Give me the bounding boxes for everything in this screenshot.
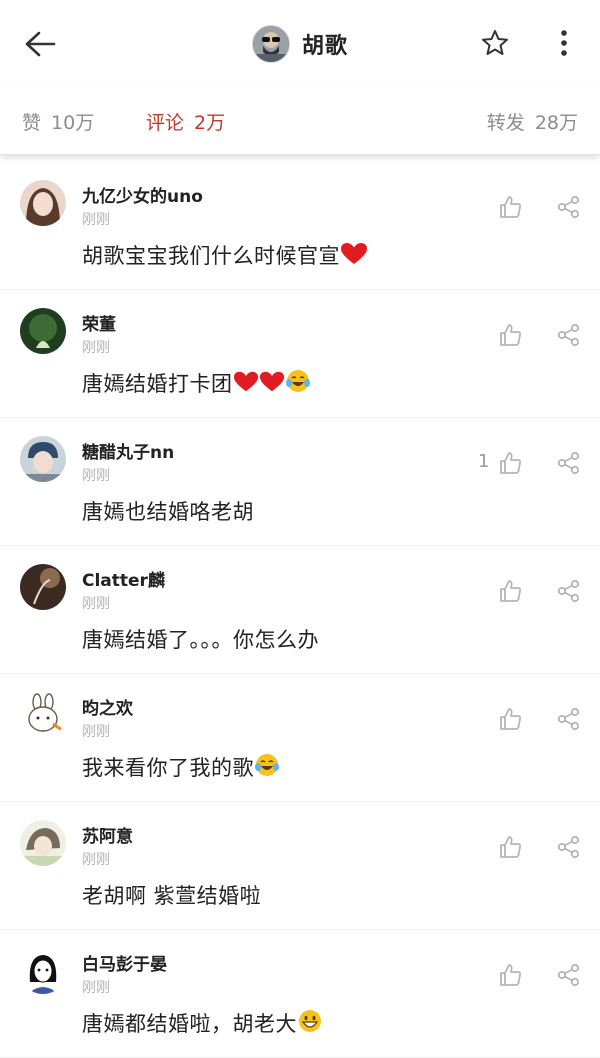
avatar[interactable]	[20, 180, 66, 226]
comment-time: 刚刚	[82, 852, 110, 868]
comment-text-content: 唐嫣也结婚咯老胡	[82, 500, 254, 524]
comment-time: 刚刚	[82, 980, 110, 996]
like-count: 1	[478, 451, 490, 472]
avatar[interactable]	[20, 308, 66, 354]
share-icon	[557, 323, 580, 347]
comment-text-content: 唐嫣结婚了。。。你怎么办	[82, 628, 319, 652]
commenter-name[interactable]: 白马彭于晏	[82, 950, 167, 975]
thumbs-up-icon	[500, 836, 521, 858]
comment-item: 九亿少女的uno 刚刚 胡歌宝宝我们什么时候官宣	[0, 162, 600, 290]
tab-reposts[interactable]: 转发 28万	[487, 108, 578, 135]
comment-text: 唐嫣也结婚咯老胡	[82, 496, 254, 526]
comment-text: 胡歌宝宝我们什么时候官宣	[82, 240, 368, 271]
comment-text: 唐嫣结婚了。。。你怎么办	[82, 624, 319, 654]
comment-item: 糖醋丸子nn 刚刚 唐嫣也结婚咯老胡 1	[0, 418, 600, 546]
like-button[interactable]	[497, 706, 523, 732]
commenter-name[interactable]: 苏阿意	[82, 822, 133, 847]
reposts-count: 28万	[534, 112, 578, 134]
thumbs-up-icon	[500, 964, 521, 986]
grinning-face-emoji	[297, 1008, 323, 1039]
commenter-name[interactable]: 糖醋丸子nn	[82, 438, 174, 463]
arrow-left-icon	[25, 31, 56, 57]
likes-count: 10万	[51, 112, 95, 134]
share-button[interactable]	[556, 706, 582, 732]
laughing-crying-face-emoji	[285, 368, 311, 399]
comment-time: 刚刚	[82, 724, 110, 740]
commenter-name[interactable]: Clatter麟	[82, 566, 165, 591]
reposts-label: 转发	[486, 112, 525, 134]
comment-text: 我来看你了我的歌	[82, 752, 280, 783]
thumbs-up-icon	[500, 324, 521, 346]
like-button[interactable]	[497, 962, 523, 988]
like-button[interactable]	[497, 450, 523, 476]
share-icon	[557, 579, 580, 603]
comment-time: 刚刚	[82, 340, 110, 356]
comment-item: 苏阿意 刚刚 老胡啊 紫萱结婚啦	[0, 802, 600, 930]
share-button[interactable]	[556, 578, 582, 604]
like-button[interactable]	[497, 322, 523, 348]
comment-text-content: 唐嫣都结婚啦，胡老大	[82, 1012, 297, 1036]
comments-count: 2万	[194, 112, 226, 134]
laughing-crying-face-emoji	[254, 752, 280, 783]
like-button[interactable]	[497, 578, 523, 604]
comment-item: 荣董 刚刚 唐嫣结婚打卡团	[0, 290, 600, 418]
comment-text: 老胡啊 紫萱结婚啦	[82, 880, 261, 910]
comment-text-content: 我来看你了我的歌	[82, 756, 254, 780]
comment-list: 九亿少女的uno 刚刚 胡歌宝宝我们什么时候官宣 荣董 刚刚 唐嫣结婚打卡团 糖…	[0, 162, 600, 1058]
tab-likes[interactable]: 赞 10万	[22, 108, 94, 135]
comment-text-content: 胡歌宝宝我们什么时候官宣	[82, 244, 340, 268]
thumbs-up-icon	[500, 452, 521, 474]
commenter-name[interactable]: 昀之欢	[82, 694, 133, 719]
thumbs-up-icon	[500, 196, 521, 218]
user-avatar[interactable]	[252, 25, 290, 63]
share-icon	[557, 707, 580, 731]
page-title: 胡歌	[302, 34, 349, 59]
comment-item: 昀之欢 刚刚 我来看你了我的歌	[0, 674, 600, 802]
share-button[interactable]	[556, 962, 582, 988]
star-outline-icon	[482, 30, 508, 55]
comment-time: 刚刚	[82, 596, 110, 612]
comment-text: 唐嫣结婚打卡团	[82, 368, 311, 399]
comment-text: 唐嫣都结婚啦，胡老大	[82, 1008, 323, 1039]
comment-text-content: 唐嫣结婚打卡团	[82, 372, 233, 396]
page-title-group: 胡歌	[252, 24, 348, 64]
share-button[interactable]	[556, 450, 582, 476]
like-button[interactable]	[497, 194, 523, 220]
share-button[interactable]	[556, 194, 582, 220]
red-heart-emoji	[340, 242, 368, 271]
commenter-name[interactable]: 荣董	[82, 310, 116, 335]
more-options-button[interactable]	[552, 28, 576, 58]
avatar[interactable]	[20, 436, 66, 482]
share-icon	[557, 195, 580, 219]
comment-time: 刚刚	[82, 212, 110, 228]
red-heart-emoji	[259, 370, 285, 399]
stats-bar: 赞 10万 评论 2万 转发 28万	[0, 88, 600, 155]
share-button[interactable]	[556, 834, 582, 860]
share-button[interactable]	[556, 322, 582, 348]
top-bar: 胡歌	[0, 0, 600, 88]
avatar[interactable]	[20, 820, 66, 866]
share-icon	[557, 835, 580, 859]
likes-label: 赞	[22, 112, 42, 134]
commenter-name[interactable]: 九亿少女的uno	[82, 182, 203, 207]
avatar[interactable]	[20, 692, 66, 738]
red-heart-emoji	[233, 370, 259, 399]
tab-comments[interactable]: 评论 2万	[146, 108, 225, 135]
comment-item: Clatter麟 刚刚 唐嫣结婚了。。。你怎么办	[0, 546, 600, 674]
like-button[interactable]	[497, 834, 523, 860]
comment-item: 白马彭于晏 刚刚 唐嫣都结婚啦，胡老大	[0, 930, 600, 1058]
thumbs-up-icon	[500, 580, 521, 602]
favorite-button[interactable]	[480, 28, 510, 58]
avatar[interactable]	[20, 948, 66, 994]
share-icon	[557, 451, 580, 475]
more-vertical-icon	[561, 30, 567, 56]
share-icon	[557, 963, 580, 987]
comment-time: 刚刚	[82, 468, 110, 484]
comments-label: 评论	[146, 112, 185, 134]
avatar[interactable]	[20, 564, 66, 610]
back-button[interactable]	[22, 26, 58, 62]
thumbs-up-icon	[500, 708, 521, 730]
comment-text-content: 老胡啊 紫萱结婚啦	[82, 884, 262, 908]
